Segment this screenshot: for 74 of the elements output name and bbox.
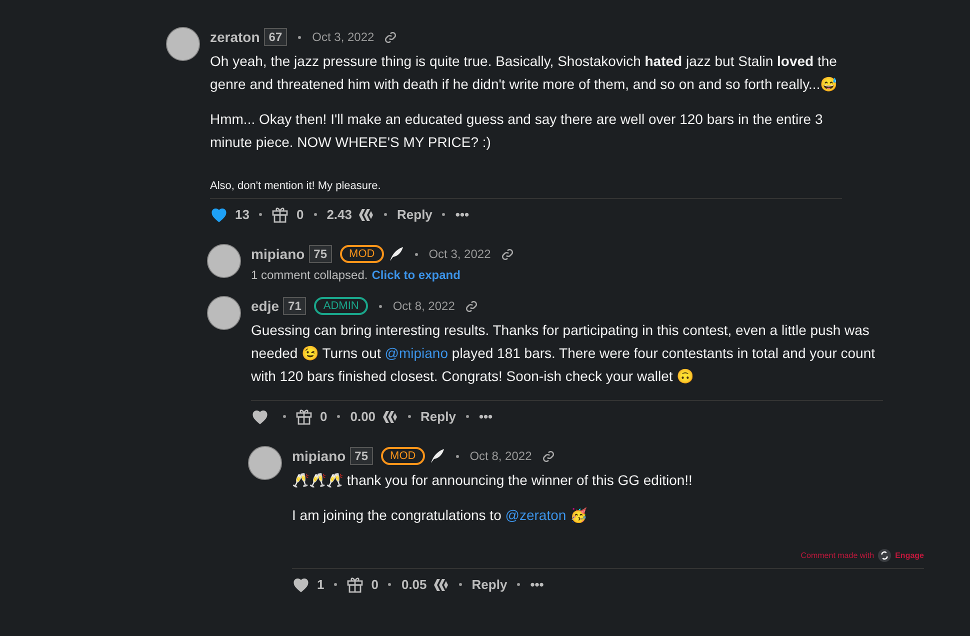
gift-icon[interactable] <box>347 576 364 593</box>
comment-text: 🥂🥂🥂 thank you for announcing the winner of this GG edition!! <box>292 471 694 490</box>
more-options-button[interactable]: ••• <box>455 207 470 222</box>
separator-dot <box>314 213 317 216</box>
separator-dot <box>259 213 262 216</box>
user-mention-link[interactable]: @mipiano <box>384 345 448 361</box>
separator-dot <box>517 583 520 586</box>
heart-icon[interactable] <box>210 206 228 222</box>
separator-dot <box>466 415 469 418</box>
more-options-button[interactable]: ••• <box>478 409 493 424</box>
collapsed-notice: 1 comment collapsed. <box>251 268 368 282</box>
chevrons-icon <box>382 410 398 424</box>
gift-count: 0 <box>371 577 378 592</box>
payout-amount: 0.05 <box>401 577 427 592</box>
gift-count: 0 <box>296 207 304 222</box>
link-icon[interactable] <box>542 450 555 462</box>
comment-date: Oct 8, 2022 <box>392 299 455 313</box>
link-icon[interactable] <box>384 30 398 44</box>
vote-count: 1 <box>317 577 324 592</box>
reputation-badge: 71 <box>283 297 306 315</box>
more-options-button[interactable]: ••• <box>530 577 544 592</box>
expand-link[interactable]: Click to expand <box>372 268 460 282</box>
separator-dot <box>458 583 462 586</box>
author-name[interactable]: mipiano <box>292 448 346 464</box>
author-name[interactable]: edje <box>251 298 280 314</box>
author-name[interactable]: zeraton <box>210 29 260 45</box>
chevrons-icon <box>358 208 374 222</box>
separator-dot <box>378 304 382 308</box>
comment-text: Hmm... Okay then! I'll make an educated guess and say there are well over 120 bars in the entire 3 minute piece. NOW WHERE'S MY PRICE? :) <box>210 110 824 152</box>
reply-link[interactable]: Reply <box>472 577 508 592</box>
separator-dot <box>456 454 459 458</box>
avatar[interactable] <box>207 244 241 278</box>
author-name[interactable]: mipiano <box>251 246 305 262</box>
role-badge: MOD <box>381 447 425 465</box>
heart-icon[interactable] <box>251 408 269 424</box>
separator-dot <box>337 415 340 418</box>
comment-date: Oct 8, 2022 <box>470 449 532 463</box>
comment-text: Guessing can bring interesting results. Thanks for participating in this contest, even a little push was needed 😉 Turns out @mipiano played 181 bars. There were four contestants in total and your count with 120 bars finished closest. Congrats! Soon-ish check your wallet 🙃 <box>251 321 876 386</box>
avatar[interactable] <box>207 296 241 330</box>
chevrons-icon <box>432 578 449 592</box>
role-badge: ADMIN <box>314 297 368 315</box>
separator-dot <box>298 36 302 38</box>
separator-dot <box>384 213 388 216</box>
reply-link[interactable]: Reply <box>397 207 432 222</box>
gift-icon[interactable] <box>272 206 288 223</box>
app-logo-icon <box>878 549 892 562</box>
separator-dot <box>334 583 338 586</box>
reputation-badge: 67 <box>264 28 288 46</box>
link-icon[interactable] <box>464 300 478 312</box>
comment-text: I am joining the congratulations to @zeraton 🥳 <box>292 506 588 525</box>
comment-note: Also, don't mention it! My pleasure. <box>210 180 382 192</box>
comment-date: Oct 3, 2022 <box>312 30 374 44</box>
reputation-badge: 75 <box>350 447 374 465</box>
separator-dot <box>414 252 418 256</box>
heart-icon[interactable] <box>292 576 310 592</box>
comment-text: Oh yeah, the jazz pressure thing is quite true. Basically, Shostakovich hated jazz but Stalin loved the genre and threatened him with death if he didn't write more of them, and so on and so forth really...😅 <box>210 52 838 94</box>
payout-amount: 2.43 <box>326 207 352 222</box>
vote-count: 13 <box>235 207 250 222</box>
reputation-badge: 75 <box>308 245 332 263</box>
role-badge: MOD <box>340 245 384 263</box>
avatar[interactable] <box>248 446 282 480</box>
gift-count: 0 <box>320 409 328 424</box>
avatar[interactable] <box>166 27 200 61</box>
footer-text: Comment made with <box>800 551 874 560</box>
reply-link[interactable]: Reply <box>420 409 456 424</box>
separator-dot <box>442 213 446 216</box>
link-icon[interactable] <box>500 248 514 260</box>
comment-date: Oct 3, 2022 <box>428 247 491 261</box>
separator-dot <box>283 415 286 418</box>
gift-icon[interactable] <box>296 408 312 425</box>
user-mention-link[interactable]: @zeraton <box>505 507 566 523</box>
separator-dot <box>408 415 411 418</box>
separator-dot <box>388 583 392 586</box>
payout-amount: 0.00 <box>350 409 376 424</box>
